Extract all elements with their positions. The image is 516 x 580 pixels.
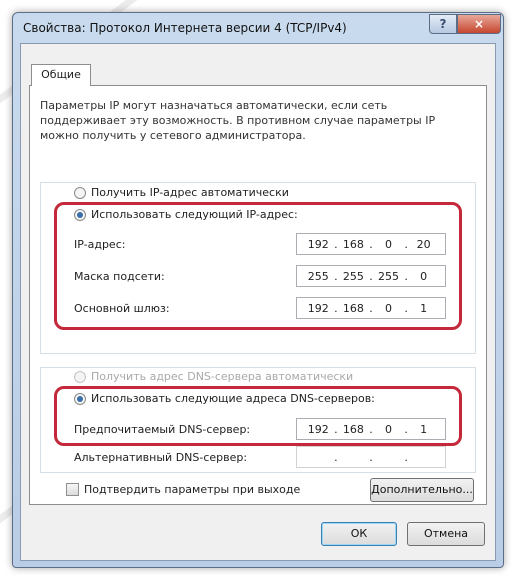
radio-circle[interactable] (74, 370, 86, 383)
dialog-title: Свойства: Протокол Интернета версии 4 (T… (23, 21, 347, 35)
tab-general[interactable]: Общие (31, 64, 91, 86)
advanced-button[interactable]: Дополнительно... (370, 478, 474, 502)
octet: 0 (385, 301, 393, 315)
cancel-button[interactable]: Отмена (407, 522, 485, 546)
radio-ip-manual-label: Использовать следующий IP-адрес: (91, 208, 298, 221)
octet: 255 (342, 269, 364, 283)
radio-ip-manual[interactable]: Использовать следующий IP-адрес: (74, 208, 298, 221)
subnet-mask-label: Маска подсети: (74, 270, 165, 283)
alternate-dns-label: Альтернативный DNS-сервер: (74, 451, 248, 464)
help-button[interactable]: ? (429, 14, 457, 34)
octet: 255 (378, 269, 400, 283)
radio-dns-auto[interactable]: Получить адрес DNS-сервера автоматически (74, 370, 353, 383)
octet: 255 (307, 269, 329, 283)
radio-circle-selected[interactable] (74, 208, 86, 221)
octet: 192 (307, 301, 329, 315)
tcpipv4-properties-dialog: Свойства: Протокол Интернета версии 4 (T… (12, 12, 504, 568)
validate-on-exit-label: Подтвердить параметры при выходе (84, 483, 301, 496)
preferred-dns-input[interactable]: 192. 168. 0. 1 (296, 418, 446, 440)
default-gateway-input[interactable]: 192. 168. 0. 1 (296, 297, 446, 319)
radio-dns-manual-label: Использовать следующие адреса DNS-сервер… (91, 392, 375, 405)
radio-ip-auto-label: Получить IP-адрес автоматически (91, 186, 289, 199)
octet: 192 (307, 237, 329, 251)
subnet-mask-input[interactable]: 255. 255. 255. 0 (296, 265, 446, 287)
radio-dns-manual[interactable]: Использовать следующие адреса DNS-сервер… (74, 392, 375, 405)
dialog-body: Общие Параметры IP могут назначаться авт… (20, 43, 496, 561)
general-panel: Параметры IP могут назначаться автоматич… (29, 85, 487, 505)
ok-button[interactable]: ОК (321, 522, 397, 546)
validate-on-exit-checkbox[interactable]: Подтвердить параметры при выходе (66, 483, 300, 496)
alternate-dns-input[interactable]: . . . (296, 446, 446, 468)
octet: 20 (416, 237, 431, 251)
description-text: Параметры IP могут назначаться автоматич… (40, 99, 436, 142)
octet: 1 (420, 301, 428, 315)
close-icon: × (473, 17, 485, 31)
ip-address-label: IP-адрес: (74, 238, 126, 251)
octet: 0 (385, 237, 393, 251)
radio-circle-selected[interactable] (74, 392, 86, 405)
close-button[interactable]: × (457, 14, 501, 34)
ip-address-input[interactable]: 192. 168. 0. 20 (296, 233, 446, 255)
checkbox-box[interactable] (66, 483, 79, 496)
octet: 192 (307, 422, 329, 436)
octet: 0 (385, 422, 393, 436)
octet: 168 (342, 237, 364, 251)
radio-circle[interactable] (74, 186, 86, 199)
preferred-dns-label: Предпочитаемый DNS-сервер: (74, 423, 251, 436)
default-gateway-label: Основной шлюз: (74, 302, 170, 315)
radio-ip-auto[interactable]: Получить IP-адрес автоматически (74, 186, 289, 199)
octet: 168 (342, 422, 364, 436)
help-icon: ? (439, 17, 447, 31)
octet: 168 (342, 301, 364, 315)
radio-dns-auto-label: Получить адрес DNS-сервера автоматически (91, 370, 354, 383)
octet: 0 (420, 269, 428, 283)
octet: 1 (420, 422, 428, 436)
title-bar[interactable]: Свойства: Протокол Интернета версии 4 (T… (13, 13, 503, 43)
